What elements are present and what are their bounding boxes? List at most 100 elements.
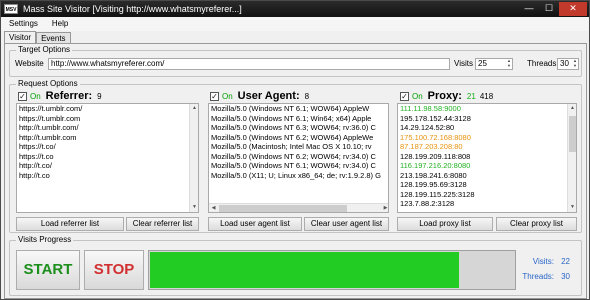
load-user-agent-button[interactable]: Load user agent list xyxy=(208,217,302,231)
referrer-enable-checkbox[interactable]: ✓ xyxy=(18,91,27,101)
user-agent-on-label: On xyxy=(222,91,233,101)
referrer-vscroll[interactable]: ▲ ▼ xyxy=(189,104,198,212)
request-options-group: Request Options ✓ On Referrer: 9 https:/… xyxy=(9,79,582,233)
scroll-down-icon[interactable]: ▼ xyxy=(568,203,576,212)
proxy-item[interactable]: 128.199.209.118:808 xyxy=(398,152,566,162)
app-window: MSV Mass Site Visitor [Visiting http://w… xyxy=(0,0,590,300)
user_agent-item[interactable]: Mozilla/5.0 (Macintosh; Intel Mac OS X 1… xyxy=(209,142,387,152)
visits-progress-group: Visits Progress START STOP Visits: 22 Th… xyxy=(9,235,582,296)
referrer-list[interactable]: https://t.umblr.com/https://t.umblr.com h… xyxy=(16,103,199,213)
referrer-item[interactable]: http://t.umblr.com xyxy=(17,133,187,143)
user-agent-count: 8 xyxy=(304,91,310,101)
referrer-rows: https://t.umblr.com/https://t.umblr.com h… xyxy=(17,104,198,180)
user_agent-item[interactable]: Mozilla/5.0 (Windows NT 6.1; WOW64; rv:3… xyxy=(209,161,387,171)
user_agent-item[interactable]: Mozilla/5.0 (Windows NT 6.2; WOW64; rv:3… xyxy=(209,152,387,162)
clear-proxy-button[interactable]: Clear proxy list xyxy=(496,217,577,231)
referrer-item[interactable]: https://t.co/ xyxy=(17,142,187,152)
scroll-up-icon[interactable]: ▲ xyxy=(190,104,198,113)
proxy-title: Proxy: xyxy=(427,90,462,102)
visits-label: Visits xyxy=(454,59,473,68)
referrer-item[interactable]: http://t.umblr.com/ xyxy=(17,123,187,133)
threads-label: Threads xyxy=(527,59,557,68)
target-options-legend: Target Options xyxy=(16,45,73,54)
referrer-item[interactable]: http://t.co xyxy=(17,171,187,181)
proxy-item[interactable]: 14.29.124.52:80 xyxy=(398,123,566,133)
user-agent-hscroll[interactable]: ◀ ▶ xyxy=(209,203,388,212)
referrer-title: Referrer: xyxy=(45,90,93,102)
menu-help[interactable]: Help xyxy=(44,17,74,31)
menu-settings[interactable]: Settings xyxy=(1,17,44,31)
user-agent-rows: Mozilla/5.0 (Windows NT 6.1; WOW64) Appl… xyxy=(209,104,388,180)
proxy-on-label: On xyxy=(412,91,423,101)
proxy-rows: 111.11.98.58:9000 195.178.152.44:3128 14.2… xyxy=(398,104,576,209)
proxy-item[interactable]: 175.100.72.168:8080 xyxy=(398,133,566,143)
start-button[interactable]: START xyxy=(16,250,80,290)
user-agent-title: User Agent: xyxy=(237,90,300,102)
user_agent-item[interactable]: Mozilla/5.0 (Windows NT 6.3; WOW64; rv:3… xyxy=(209,123,387,133)
proxy-vscroll-thumb[interactable] xyxy=(569,116,576,152)
load-proxy-button[interactable]: Load proxy list xyxy=(397,217,493,231)
proxy-good-count: 21 xyxy=(466,91,476,101)
visits-progress-legend: Visits Progress xyxy=(16,235,74,244)
threads-down-icon[interactable]: ▼ xyxy=(571,63,579,68)
proxy-header: ✓ On Proxy: 21 418 xyxy=(400,90,493,102)
request-options-legend: Request Options xyxy=(16,79,80,88)
proxy-enable-checkbox[interactable]: ✓ xyxy=(400,91,409,101)
clear-user-agent-button[interactable]: Clear user agent list xyxy=(304,217,389,231)
website-input[interactable]: http://www.whatsmyreferer.com/ xyxy=(48,58,450,70)
menu-bar: Settings Help xyxy=(1,17,589,31)
title-bar[interactable]: MSV Mass Site Visitor [Visiting http://w… xyxy=(1,1,589,17)
maximize-button[interactable]: ☐ xyxy=(539,2,559,16)
proxy-vscroll[interactable]: ▲ ▼ xyxy=(567,104,576,212)
proxy-item[interactable]: 123.7.88.2:3128 xyxy=(398,199,566,209)
referrer-header: ✓ On Referrer: 9 xyxy=(18,90,102,102)
user_agent-item[interactable]: Mozilla/5.0 (Windows NT 6.1; Win64; x64)… xyxy=(209,114,387,124)
user-agent-header: ✓ On User Agent: 8 xyxy=(210,90,309,102)
target-options-group: Target Options Website http://www.whatsm… xyxy=(9,45,582,77)
scroll-left-icon[interactable]: ◀ xyxy=(209,204,218,212)
website-label: Website xyxy=(15,59,44,68)
user-agent-enable-checkbox[interactable]: ✓ xyxy=(210,91,219,101)
user_agent-item[interactable]: Mozilla/5.0 (X11; U; Linux x86_64; de; r… xyxy=(209,171,387,181)
referrer-count: 9 xyxy=(97,91,102,101)
app-icon: MSV xyxy=(4,4,18,14)
referrer-item[interactable]: https://t.co xyxy=(17,152,187,162)
threads-stepper[interactable]: ▲ ▼ xyxy=(571,58,579,70)
proxy-item[interactable]: 116.197.216.20:8080 xyxy=(398,161,566,171)
proxy-item[interactable]: 87.187.203.208:80 xyxy=(398,142,566,152)
user-agent-list[interactable]: Mozilla/5.0 (Windows NT 6.1; WOW64) Appl… xyxy=(208,103,389,213)
visits-stat-value: 22 xyxy=(561,257,570,266)
minimize-button[interactable]: — xyxy=(519,2,539,16)
proxy-item[interactable]: 111.11.98.58:9000 xyxy=(398,104,566,114)
stop-button[interactable]: STOP xyxy=(84,250,144,290)
scroll-up-icon[interactable]: ▲ xyxy=(568,104,576,113)
visits-stepper[interactable]: ▲ ▼ xyxy=(505,58,513,70)
close-button[interactable]: ✕ xyxy=(559,2,587,16)
user_agent-item[interactable]: Mozilla/5.0 (Windows NT 6.1; WOW64) Appl… xyxy=(209,104,387,114)
referrer-item[interactable]: http://t.co/ xyxy=(17,161,187,171)
visits-down-icon[interactable]: ▼ xyxy=(505,63,513,68)
scroll-right-icon[interactable]: ▶ xyxy=(381,204,388,212)
user_agent-item[interactable]: Mozilla/5.0 (Windows NT 6.2; WOW64) Appl… xyxy=(209,133,387,143)
referrer-on-label: On xyxy=(30,91,41,101)
scroll-down-icon[interactable]: ▼ xyxy=(190,203,198,212)
load-referrer-button[interactable]: Load referrer list xyxy=(16,217,124,231)
visits-progress-fill xyxy=(150,252,460,288)
window-title: Mass Site Visitor [Visiting http://www.w… xyxy=(23,4,242,14)
threads-stat-label: Threads: xyxy=(522,272,554,281)
visitor-tab-page: Target Options Website http://www.whatsm… xyxy=(4,43,587,299)
referrer-item[interactable]: https://t.umblr.com xyxy=(17,114,187,124)
proxy-item[interactable]: 128.199.115.225:3128 xyxy=(398,190,566,200)
visits-progress-bar xyxy=(148,250,516,290)
visits-stat-label: Visits: xyxy=(532,257,554,266)
window-controls: — ☐ ✕ xyxy=(519,2,587,16)
proxy-item[interactable]: 128.199.95.69:3128 xyxy=(398,180,566,190)
proxy-list[interactable]: 111.11.98.58:9000 195.178.152.44:3128 14.2… xyxy=(397,103,577,213)
referrer-item[interactable]: https://t.umblr.com/ xyxy=(17,104,187,114)
proxy-item[interactable]: 213.198.241.6:8080 xyxy=(398,171,566,181)
proxy-total-count: 418 xyxy=(479,91,494,101)
threads-stat-value: 30 xyxy=(561,272,570,281)
proxy-item[interactable]: 195.178.152.44:3128 xyxy=(398,114,566,124)
user-agent-hscroll-thumb[interactable] xyxy=(219,205,347,212)
clear-referrer-button[interactable]: Clear referrer list xyxy=(126,217,199,231)
